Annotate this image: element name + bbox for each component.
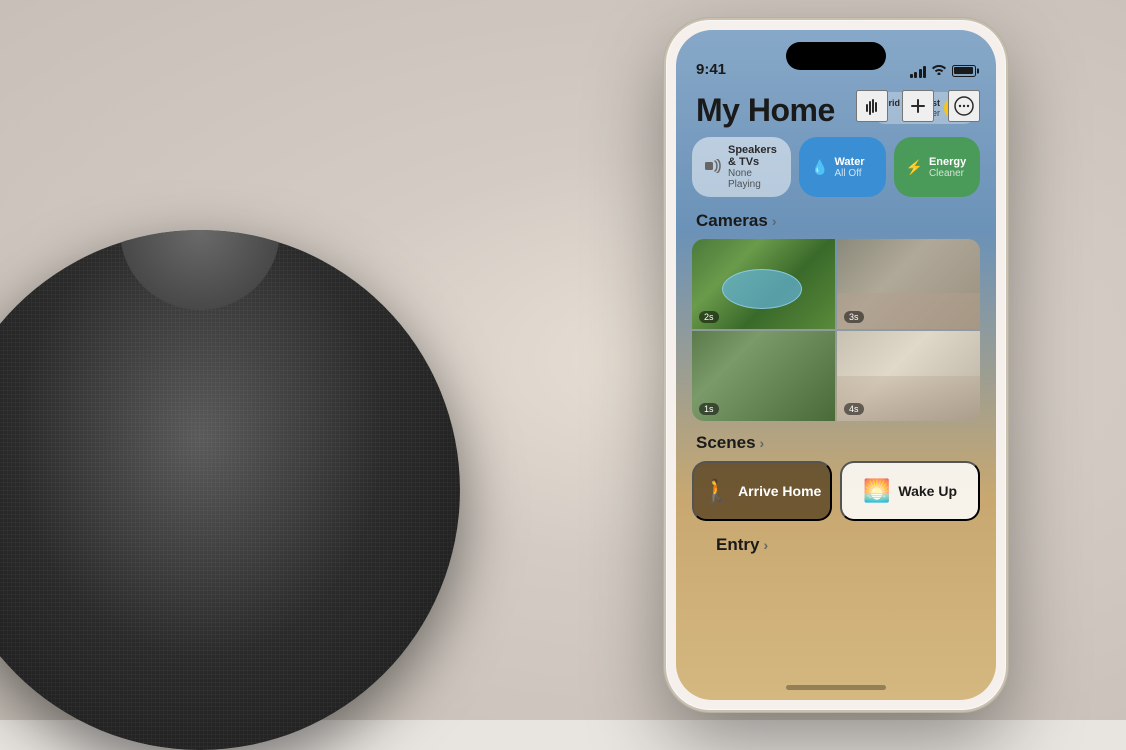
camera-feed-1[interactable]: 2s (692, 239, 835, 329)
speakers-label: Speakers & TVs (728, 144, 779, 168)
cameras-chevron: › (772, 213, 777, 229)
homepod-top (120, 230, 280, 310)
arrive-home-label: Arrive Home (738, 483, 821, 499)
water-pill[interactable]: 💧 Water All Off (799, 137, 886, 197)
top-toolbar (676, 84, 996, 128)
pool-visual (722, 269, 802, 309)
energy-icon: ⚡ (906, 159, 923, 176)
camera-4-timer: 4s (844, 403, 864, 415)
dynamic-island (786, 42, 886, 70)
cameras-section: Cameras › 2s 3s (676, 209, 996, 421)
scenes-section: Scenes › 🚶 Arrive Home 🌅 Wake Up (676, 421, 996, 521)
iphone-frame: 9:41 (666, 20, 1006, 710)
cameras-label: Cameras (696, 211, 768, 231)
home-indicator (786, 685, 886, 690)
iphone-screen: 9:41 (676, 30, 996, 700)
water-icon: 💧 (811, 159, 828, 176)
status-icons (910, 63, 977, 78)
entry-chevron: › (763, 537, 768, 553)
siri-button[interactable] (856, 90, 888, 122)
wake-up-label: Wake Up (898, 483, 957, 499)
cameras-grid: 2s 3s 1s 4s (692, 239, 980, 421)
scenes-header[interactable]: Scenes › (676, 431, 996, 461)
scenes-grid: 🚶 Arrive Home 🌅 Wake Up (676, 461, 996, 521)
entry-header[interactable]: Entry › (696, 533, 976, 563)
camera-2-timer: 3s (844, 311, 864, 323)
speakers-sublabel: None Playing (728, 168, 779, 190)
water-label: Water (834, 156, 864, 168)
wake-up-icon: 🌅 (863, 478, 890, 504)
scenes-label: Scenes (696, 433, 756, 453)
speakers-icon (704, 159, 722, 176)
camera-feed-3[interactable]: 1s (692, 331, 835, 421)
iphone-device: 9:41 (666, 20, 1006, 710)
wake-up-button[interactable]: 🌅 Wake Up (840, 461, 980, 521)
add-button[interactable] (902, 90, 934, 122)
water-sublabel: All Off (834, 168, 864, 179)
more-button[interactable] (948, 90, 980, 122)
entry-label: Entry (716, 535, 759, 555)
signal-bars-icon (910, 64, 927, 78)
scenes-chevron: › (760, 435, 765, 451)
camera-feed-4[interactable]: 4s (837, 331, 980, 421)
energy-sublabel: Cleaner (929, 168, 966, 179)
energy-label: Energy (929, 156, 966, 168)
camera-1-timer: 2s (699, 311, 719, 323)
speakers-pill[interactable]: Speakers & TVs None Playing (692, 137, 791, 197)
camera-3-timer: 1s (699, 403, 719, 415)
arrive-home-button[interactable]: 🚶 Arrive Home (692, 461, 832, 521)
camera-feed-2[interactable]: 3s (837, 239, 980, 329)
energy-pill[interactable]: ⚡ Energy Cleaner (894, 137, 981, 197)
quick-pills: Speakers & TVs None Playing 💧 Water All … (676, 137, 996, 209)
arrive-home-icon: 🚶 (703, 478, 730, 504)
cameras-header[interactable]: Cameras › (676, 209, 996, 239)
battery-icon (952, 65, 976, 77)
home-content: My Home Grid Forecast Cleaner ⚡ (676, 84, 996, 700)
entry-section[interactable]: Entry › (676, 521, 996, 567)
status-time: 9:41 (696, 61, 726, 78)
wifi-icon (931, 63, 947, 78)
